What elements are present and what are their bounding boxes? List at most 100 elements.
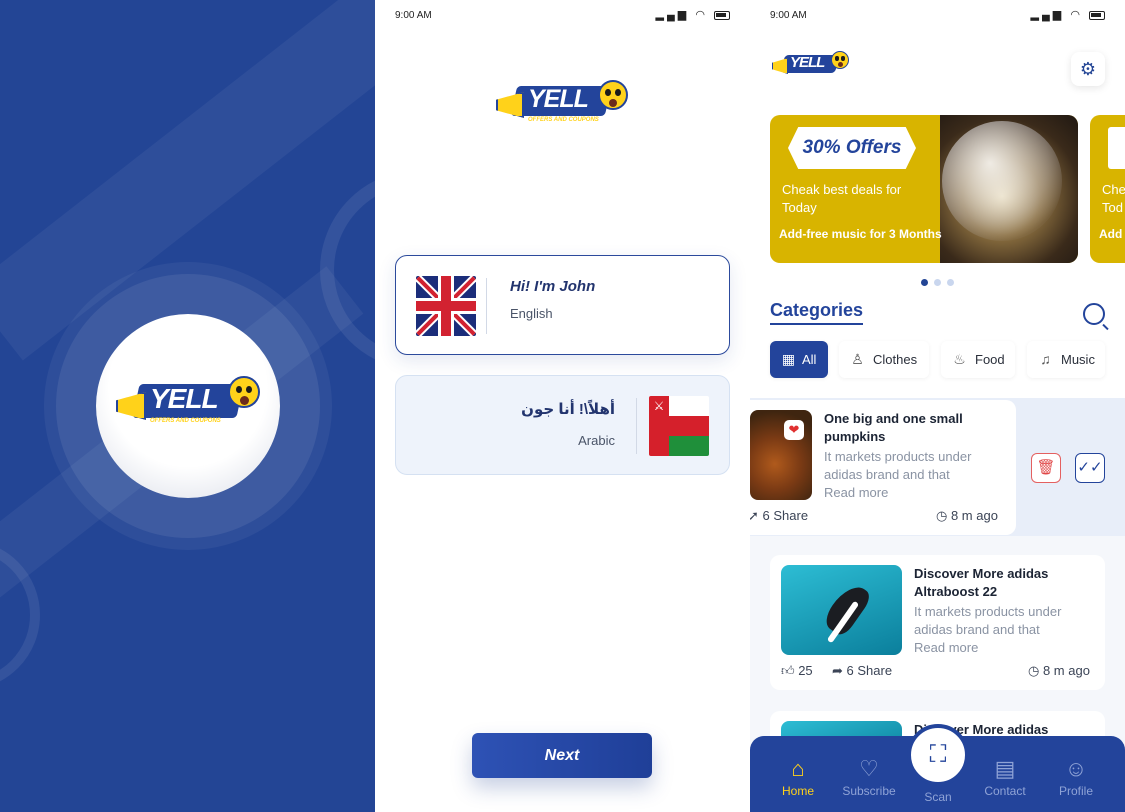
- category-chip-all[interactable]: ▦ All: [770, 341, 828, 378]
- gear-icon: ⚙: [1079, 59, 1097, 79]
- surprised-emoji-icon: [228, 376, 260, 408]
- post-description: It markets products under adidas brand a…: [914, 604, 1062, 637]
- app-logo: YELL: [770, 50, 850, 84]
- offer-badge: 30% Offers: [788, 127, 916, 169]
- category-chip-music[interactable]: ♫ Music: [1027, 341, 1105, 378]
- clock-icon: ◷: [936, 508, 951, 523]
- post-time: ◷ 8 m ago: [936, 508, 998, 523]
- offer-footer: Add-free music for 3 Months: [779, 227, 942, 241]
- carousel-dot[interactable]: [934, 279, 941, 286]
- user-icon: ☺: [1064, 756, 1088, 781]
- bottom-navigation: ⌂ Home ♡ Subscribe ⛶ Scan ▤ Contact ☺ Profil…: [750, 724, 1125, 812]
- status-time: 9:00 AM: [770, 10, 807, 21]
- post-card[interactable]: Discover More adidas Altraboost 22 It ma…: [770, 555, 1105, 690]
- next-button[interactable]: Next: [472, 733, 652, 778]
- settings-button[interactable]: ⚙: [1071, 52, 1105, 86]
- carousel-indicator[interactable]: [921, 273, 960, 291]
- splash-logo-circle: YELL OFFERS AND COUPONS: [96, 314, 280, 498]
- offer-badge: 3: [1108, 127, 1125, 169]
- search-icon[interactable]: [1083, 303, 1105, 325]
- wifi-icon: ◠: [1070, 9, 1083, 21]
- megaphone-icon: [496, 92, 524, 118]
- megaphone-icon: [772, 58, 788, 74]
- share-icon: ➚: [750, 508, 759, 523]
- signal-icon: ▂▄▆: [1030, 9, 1065, 21]
- document-icon: ▤: [994, 756, 1016, 781]
- battery-icon: [714, 10, 730, 20]
- uk-flag-icon: [416, 276, 476, 336]
- cloche-icon: ♨: [953, 351, 966, 367]
- splash-screen: YELL OFFERS AND COUPONS: [0, 0, 375, 812]
- like-button[interactable]: 👍︎ 25: [781, 663, 813, 679]
- language-option-arabic[interactable]: أهلاً\! أنا جون Arabic ⚔: [395, 375, 730, 475]
- mark-read-button[interactable]: ✓✓: [1075, 453, 1105, 483]
- post-description: It markets products under adidas brand a…: [824, 449, 972, 482]
- post-title: One big and one small pumpkins: [824, 411, 963, 444]
- post-card[interactable]: ❤ One big and one small pumpkins It mark…: [750, 400, 1016, 535]
- greeting-text: Hi! I'm John: [510, 278, 596, 295]
- divider: [636, 398, 637, 454]
- heart-icon: ♡: [859, 756, 879, 781]
- offer-banner[interactable]: 30% Offers Cheak best deals for Today Ad…: [770, 115, 1078, 263]
- read-more-link[interactable]: Read more: [824, 484, 888, 502]
- clock-icon: ◷: [1028, 663, 1043, 678]
- language-label: Arabic: [578, 433, 615, 448]
- thumbs-up-icon: 👍︎: [781, 663, 799, 678]
- greeting-text: أهلاً\! أنا جون: [521, 401, 615, 418]
- nav-contact[interactable]: ▤ Contact: [975, 754, 1035, 798]
- post-image: [781, 565, 902, 655]
- read-more-link[interactable]: Read more: [914, 639, 978, 657]
- logo-tagline: OFFERS AND COUPONS: [528, 117, 599, 123]
- wifi-icon: ◠: [695, 9, 708, 21]
- app-logo: YELL OFFERS AND COUPONS: [492, 78, 632, 138]
- offer-text: Che Tod: [1102, 182, 1125, 215]
- nav-home[interactable]: ⌂ Home: [768, 754, 828, 798]
- category-chip-food[interactable]: ♨ Food: [941, 341, 1015, 378]
- share-button[interactable]: ➚ 6 Share: [750, 508, 808, 524]
- post-time: ◷ 8 m ago: [1028, 663, 1090, 678]
- microphone-image: [942, 121, 1062, 241]
- status-bar: 9:00 AM ▂▄▆ ◠: [750, 0, 1125, 30]
- home-screen: 9:00 AM ▂▄▆ ◠ YELL ⚙ 30% Offers Cheak be…: [750, 0, 1125, 812]
- divider: [486, 278, 487, 334]
- dress-icon: ♙: [851, 351, 864, 367]
- surprised-emoji-icon: [831, 51, 849, 69]
- logo-word: YELL: [528, 85, 589, 113]
- scan-button[interactable]: ⛶: [907, 724, 969, 786]
- delete-button[interactable]: 🗑: [1031, 453, 1061, 483]
- oman-flag-icon: ⚔: [649, 396, 709, 456]
- offer-footer: Add: [1099, 227, 1123, 241]
- home-icon: ⌂: [791, 756, 805, 781]
- megaphone-icon: [116, 392, 146, 420]
- post-image: ❤: [750, 410, 812, 500]
- nav-profile[interactable]: ☺ Profile: [1046, 754, 1106, 798]
- app-logo: YELL OFFERS AND COUPONS: [110, 374, 266, 434]
- carousel-dot[interactable]: [921, 279, 928, 286]
- post-title: Discover More adidas Altraboost 22: [914, 566, 1049, 599]
- carousel-dot[interactable]: [947, 279, 954, 286]
- share-button[interactable]: ➦ 6 Share: [832, 663, 892, 679]
- logo-word: YELL: [790, 54, 825, 71]
- categories-title: Categories: [770, 300, 864, 325]
- nav-scan-label[interactable]: Scan: [907, 790, 969, 804]
- nav-subscribe[interactable]: ♡ Subscribe: [839, 754, 899, 798]
- battery-icon: [1089, 10, 1105, 20]
- category-chip-clothes[interactable]: ♙ Clothes: [839, 341, 929, 378]
- trash-icon: 🗑: [1036, 459, 1056, 476]
- status-time: 9:00 AM: [395, 10, 432, 21]
- signal-icon: ▂▄▆: [655, 9, 690, 21]
- status-bar: 9:00 AM ▂▄▆ ◠: [375, 0, 750, 30]
- language-label: English: [510, 306, 553, 321]
- language-option-english[interactable]: Hi! I'm John English: [395, 255, 730, 355]
- share-icon: ➦: [832, 663, 847, 678]
- double-check-icon: ✓✓: [1077, 459, 1103, 476]
- logo-word: YELL: [150, 383, 219, 414]
- offer-text: Cheak best deals for Today: [782, 182, 902, 215]
- scan-icon: ⛶: [929, 741, 947, 768]
- language-screen: 9:00 AM ▂▄▆ ◠ YELL OFFERS AND COUPONS Hi…: [375, 0, 750, 812]
- heart-icon[interactable]: ❤: [784, 420, 804, 440]
- grid-icon: ▦: [781, 351, 796, 367]
- surprised-emoji-icon: [598, 80, 628, 110]
- offer-banner[interactable]: 3 Che Tod Add: [1090, 115, 1125, 263]
- music-icon: ♫: [1040, 351, 1051, 367]
